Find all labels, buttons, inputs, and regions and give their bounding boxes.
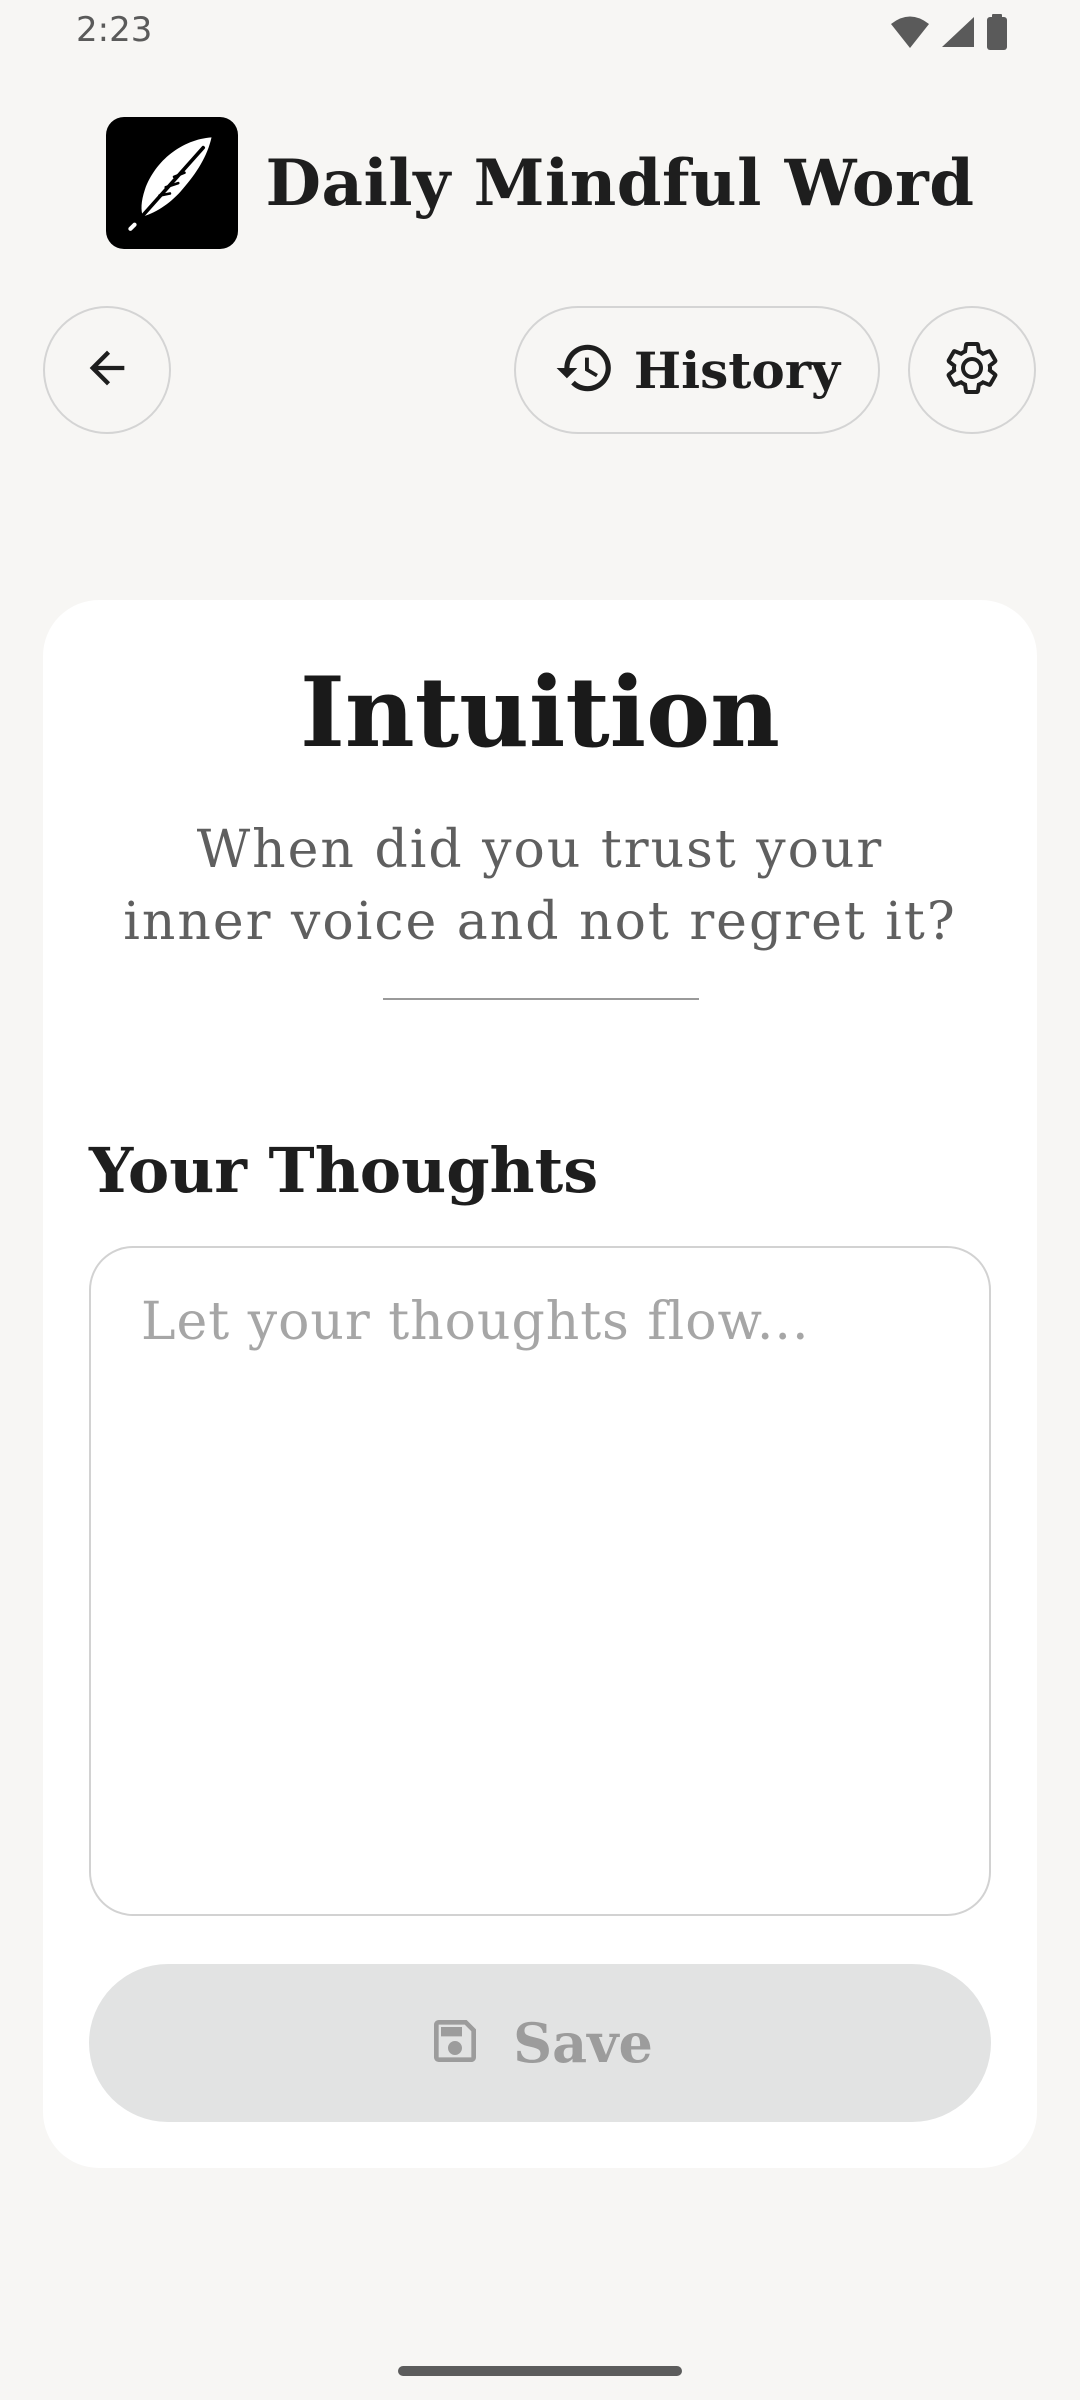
word-title: Intuition <box>300 656 780 769</box>
app-title: Daily Mindful Word <box>265 145 975 221</box>
divider <box>383 998 699 1000</box>
status-bar: 2:23 <box>0 0 1080 62</box>
arrow-left-icon <box>81 342 133 398</box>
gear-icon <box>942 338 1002 402</box>
wifi-icon <box>890 15 930 53</box>
save-button[interactable]: Save <box>89 1964 991 2122</box>
save-label: Save <box>513 2011 653 2075</box>
status-time: 2:23 <box>76 10 153 50</box>
app-logo <box>105 117 238 249</box>
cellular-signal-icon <box>940 15 976 53</box>
settings-button[interactable] <box>908 306 1036 434</box>
history-label: History <box>633 340 841 400</box>
thoughts-label: Your Thoughts <box>89 1134 599 1207</box>
status-icons <box>890 14 1008 54</box>
back-button[interactable] <box>43 306 171 434</box>
history-button[interactable]: History <box>514 306 880 434</box>
app-header: Daily Mindful Word <box>0 116 1080 250</box>
history-icon <box>554 337 616 403</box>
screen: 2:23 Daily Mindful Word History Intuitio… <box>0 0 1080 2400</box>
save-icon <box>427 2013 483 2073</box>
word-card: Intuition When did you trust your inner … <box>43 600 1037 2168</box>
word-prompt: When did you trust your inner voice and … <box>123 820 957 952</box>
thoughts-input[interactable] <box>89 1246 991 1916</box>
home-indicator[interactable] <box>398 2366 682 2376</box>
feather-icon <box>120 129 224 237</box>
battery-icon <box>986 14 1008 54</box>
